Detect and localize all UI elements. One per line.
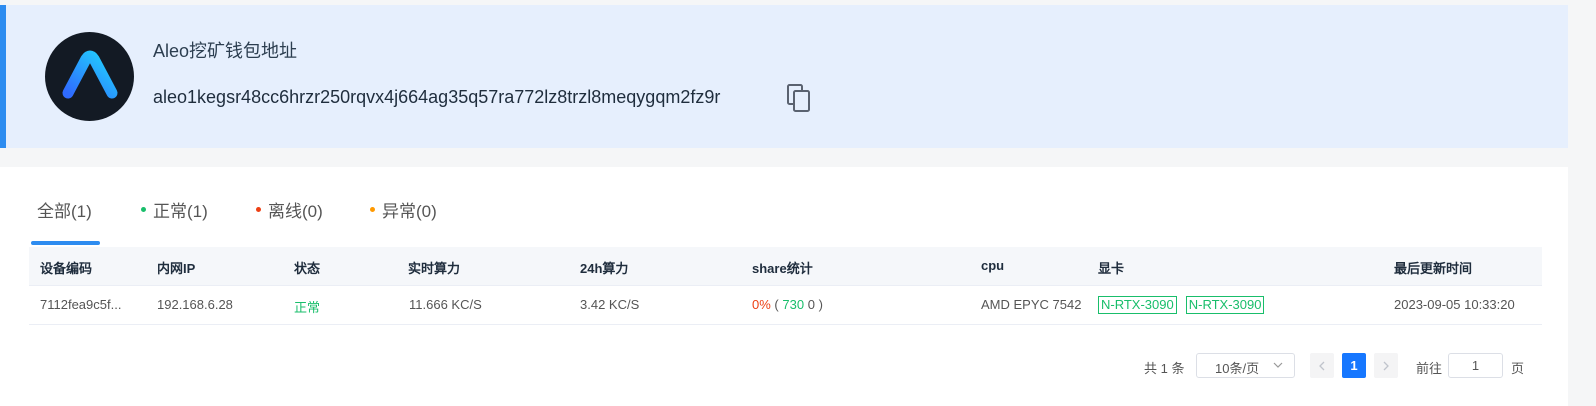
share-stats-cell: 0% ( 730 0 ) — [752, 297, 823, 312]
device-panel: 全部(1) 正常(1) 离线(0) 异常(0) 设备编码 内网IP 状态 实时算… — [0, 167, 1568, 406]
tab-offline[interactable]: 离线(0) — [256, 197, 323, 222]
tab-label: 正常(1) — [153, 202, 208, 221]
chevron-right-icon — [1383, 361, 1389, 370]
share-paren-open: ( — [774, 297, 779, 312]
gpu-tag: N-RTX-3090 — [1185, 296, 1265, 314]
column-header: 内网IP — [157, 261, 196, 276]
page-size-value: 10条/页 — [1215, 361, 1260, 376]
share-paren-close: ) — [818, 297, 823, 312]
goto-label: 前往 — [1416, 361, 1443, 376]
ip-cell: 192.168.6.28 — [157, 297, 233, 312]
goto-page-input[interactable] — [1448, 353, 1503, 378]
copy-icon[interactable] — [786, 83, 812, 113]
tab-all[interactable]: 全部(1) — [37, 197, 92, 222]
table-header: 设备编码 内网IP 状态 实时算力 24h算力 share统计 cpu 显卡 最… — [29, 247, 1542, 286]
hashrate-24h-cell: 3.42 KC/S — [580, 297, 640, 312]
column-header: share统计 — [752, 261, 813, 276]
status-cell: 正常 — [294, 300, 321, 315]
column-header: cpu — [981, 258, 1005, 273]
column-header: 状态 — [294, 261, 321, 276]
status-dot — [370, 207, 375, 212]
realtime-hashrate-cell: 11.666 KC/S — [409, 297, 482, 312]
share-valid: 730 — [782, 297, 805, 312]
device-table: 设备编码 内网IP 状态 实时算力 24h算力 share统计 cpu 显卡 最… — [29, 247, 1542, 325]
gpu-tag: N-RTX-3090 — [1098, 296, 1177, 314]
tab-active-indicator — [31, 241, 100, 245]
tab-label: 异常(0) — [382, 202, 437, 221]
wallet-title: Aleo挖矿钱包地址 — [153, 41, 298, 61]
page-size-select[interactable]: 10条/页 — [1196, 353, 1295, 378]
column-header: 24h算力 — [580, 261, 629, 276]
share-percent: 0% — [752, 297, 771, 312]
column-header: 显卡 — [1098, 261, 1125, 276]
gpu-cell: N-RTX-3090 N-RTX-3090 — [1098, 296, 1273, 314]
pagination-total: 共 1 条 — [1144, 361, 1185, 376]
wallet-address: aleo1kegsr48cc6hrzr250rqvx4j664ag35q57ra… — [153, 87, 721, 107]
table-row[interactable]: 7112fea9c5f... 192.168.6.28 正常 11.666 KC… — [29, 286, 1542, 325]
prev-page-button[interactable] — [1310, 353, 1334, 378]
cpu-cell: AMD EPYC 7542 — [981, 297, 1082, 312]
next-page-button[interactable] — [1374, 353, 1398, 378]
tab-label: 全部(1) — [37, 202, 92, 221]
page-number-button[interactable]: 1 — [1342, 353, 1366, 378]
wallet-header: Aleo挖矿钱包地址 aleo1kegsr48cc6hrzr250rqvx4j6… — [0, 5, 1568, 148]
share-invalid: 0 — [807, 297, 815, 312]
column-header: 设备编码 — [40, 261, 93, 276]
tab-abnormal[interactable]: 异常(0) — [370, 197, 437, 222]
tab-normal[interactable]: 正常(1) — [141, 197, 208, 222]
device-id-cell: 7112fea9c5f... — [40, 297, 122, 312]
status-tabs: 全部(1) 正常(1) 离线(0) 异常(0) — [31, 167, 1542, 247]
column-header: 实时算力 — [408, 261, 461, 276]
status-dot — [256, 207, 261, 212]
status-dot — [141, 207, 146, 212]
chevron-down-icon — [1272, 357, 1284, 376]
column-header: 最后更新时间 — [1394, 261, 1473, 276]
tab-label: 离线(0) — [268, 202, 323, 221]
updated-time-cell: 2023-09-05 10:33:20 — [1394, 297, 1515, 312]
chevron-left-icon — [1319, 361, 1325, 370]
goto-suffix: 页 — [1511, 361, 1525, 376]
aleo-logo-icon — [45, 32, 134, 121]
